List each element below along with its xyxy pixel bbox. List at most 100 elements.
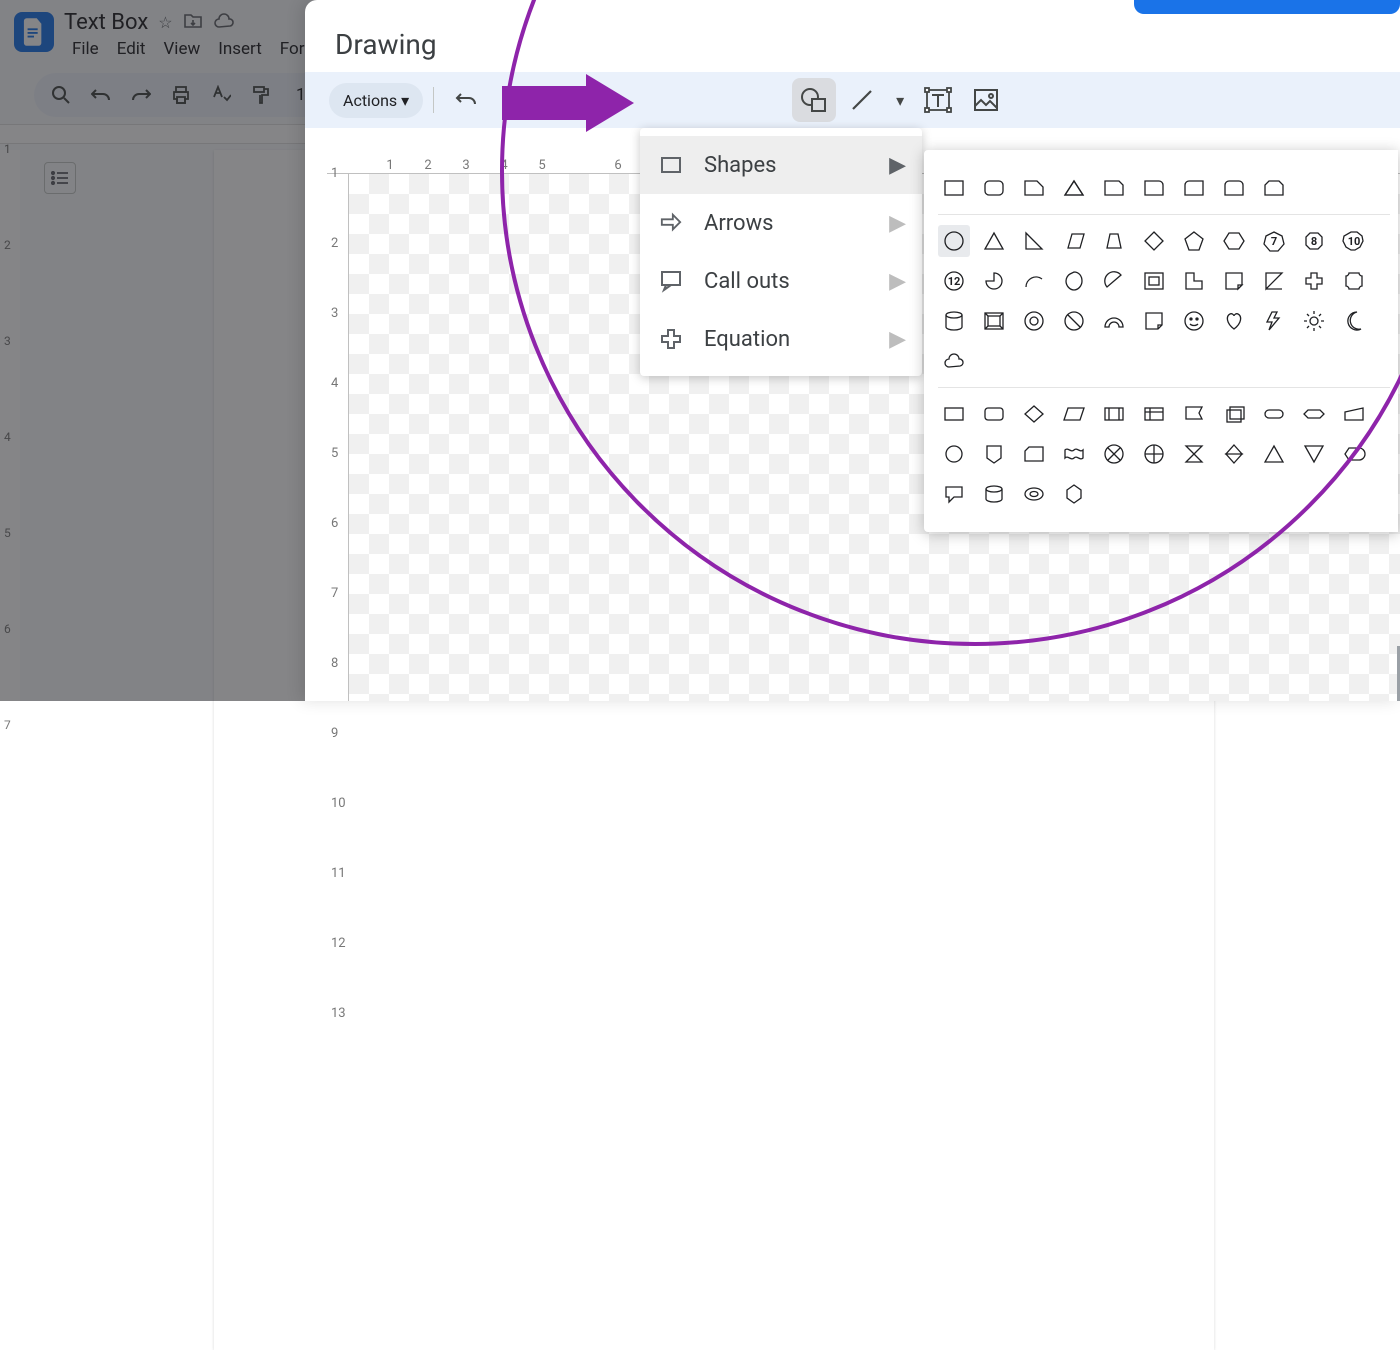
shape-smiley[interactable] <box>1178 305 1210 337</box>
shape-diag-stripe[interactable] <box>1258 265 1290 297</box>
paint-format-button[interactable] <box>540 78 584 122</box>
menu-item-arrows[interactable]: Arrows ▶ <box>640 194 922 252</box>
shape-frame[interactable] <box>1138 265 1170 297</box>
shape-data[interactable] <box>1058 398 1090 430</box>
textbox-tool-button[interactable] <box>916 78 960 122</box>
shape-triangle[interactable] <box>978 225 1010 257</box>
shape-bevel[interactable] <box>978 305 1010 337</box>
shape-chord[interactable] <box>1098 265 1130 297</box>
shape-card[interactable] <box>1018 438 1050 470</box>
shape-plus[interactable] <box>1298 265 1330 297</box>
shape-rect[interactable] <box>938 172 970 204</box>
svg-text:8: 8 <box>1311 235 1317 248</box>
shape-folder-tab[interactable] <box>1018 172 1050 204</box>
chevron-right-icon: ▶ <box>889 327 906 352</box>
chevron-right-icon: ▶ <box>889 153 906 178</box>
shape-can[interactable] <box>938 305 970 337</box>
shape-sun[interactable] <box>1298 305 1330 337</box>
shape-trapezoid-up[interactable] <box>1058 172 1090 204</box>
shape-alt-process[interactable] <box>978 398 1010 430</box>
drawing-vertical-ruler: 12345678910111213 <box>327 174 349 701</box>
toolbar-divider <box>433 87 434 113</box>
line-tool-dropdown-icon[interactable]: ▾ <box>888 78 912 122</box>
svg-text:10: 10 <box>1348 235 1361 248</box>
menu-item-callouts[interactable]: Call outs ▶ <box>640 252 922 310</box>
shape-roundrect-top[interactable] <box>1218 172 1250 204</box>
chevron-right-icon: ▶ <box>889 211 906 236</box>
shape-decagon[interactable]: 10 <box>1338 225 1370 257</box>
image-tool-button[interactable] <box>964 78 1008 122</box>
menu-item-shapes[interactable]: Shapes ▶ <box>640 136 922 194</box>
drawing-toolbar: Actions▾ ▾ <box>305 72 1400 128</box>
share-button-fragment[interactable] <box>1134 0 1400 14</box>
shape-pentagon[interactable] <box>1178 225 1210 257</box>
shape-speech[interactable] <box>938 478 970 510</box>
shape-cut-top[interactable] <box>1258 172 1290 204</box>
shape-trapezoid[interactable] <box>1098 225 1130 257</box>
svg-text:7: 7 <box>1271 235 1277 248</box>
grid-divider <box>938 387 1390 388</box>
redo-button[interactable] <box>492 78 536 122</box>
shape-donut[interactable] <box>1018 305 1050 337</box>
shape-hexagon-flat[interactable] <box>1298 398 1330 430</box>
shape-block-arc[interactable] <box>1098 305 1130 337</box>
shape-manual-input[interactable] <box>1338 398 1370 430</box>
actions-button[interactable]: Actions▾ <box>329 83 423 118</box>
shape-dodecagon[interactable]: 12 <box>938 265 970 297</box>
shape-connector[interactable] <box>938 438 970 470</box>
callout-icon <box>658 268 684 294</box>
shape-heptagon[interactable]: 7 <box>1258 225 1290 257</box>
shape-heart[interactable] <box>1218 305 1250 337</box>
shape-or[interactable] <box>1138 438 1170 470</box>
svg-text:12: 12 <box>948 275 961 288</box>
plus-icon <box>658 326 684 352</box>
shape-right-triangle[interactable] <box>1018 225 1050 257</box>
shape-predef-process[interactable] <box>1098 398 1130 430</box>
shape-extract[interactable] <box>1258 438 1290 470</box>
shape-parallelogram[interactable] <box>1058 225 1090 257</box>
shape-no-symbol[interactable] <box>1058 305 1090 337</box>
shape-summing[interactable] <box>1098 438 1130 470</box>
shape-pie[interactable] <box>978 265 1010 297</box>
shape-diamond[interactable] <box>1138 225 1170 257</box>
shape-moon[interactable] <box>1338 305 1370 337</box>
shape-l-shape[interactable] <box>1178 265 1210 297</box>
shape-cyl[interactable] <box>978 478 1010 510</box>
shape-disk[interactable] <box>1018 478 1050 510</box>
menu-item-equation[interactable]: Equation ▶ <box>640 310 922 368</box>
shape-roundrect-one[interactable] <box>1138 172 1170 204</box>
shape-octagon[interactable]: 8 <box>1298 225 1330 257</box>
shape-process[interactable] <box>938 398 970 430</box>
chevron-right-icon: ▶ <box>889 269 906 294</box>
shape-off-page[interactable] <box>978 438 1010 470</box>
grid-divider <box>938 214 1390 215</box>
shape-hexagon[interactable] <box>1218 225 1250 257</box>
shape-merge[interactable] <box>1298 438 1330 470</box>
shapes-grid-flyout: 7 8 10 12 <box>924 150 1398 532</box>
shape-display[interactable] <box>1338 438 1370 470</box>
shape-arc[interactable] <box>1018 265 1050 297</box>
undo-button[interactable] <box>444 78 488 122</box>
shape-sort[interactable] <box>1218 438 1250 470</box>
line-tool-button[interactable] <box>840 78 884 122</box>
shape-roundrect[interactable] <box>978 172 1010 204</box>
shape-cut-corner[interactable] <box>1098 172 1130 204</box>
shape-internal-storage[interactable] <box>1138 398 1170 430</box>
shape-roundrect-diag[interactable] <box>1178 172 1210 204</box>
shape-note[interactable] <box>1138 305 1170 337</box>
shape-category-menu: Shapes ▶ Arrows ▶ Call outs ▶ Equation ▶ <box>640 128 922 376</box>
shape-cloud[interactable] <box>938 345 970 377</box>
shape-folded-corner[interactable] <box>1218 265 1250 297</box>
shape-pill[interactable] <box>1258 398 1290 430</box>
shape-hex-alt[interactable] <box>1058 478 1090 510</box>
shape-flag[interactable] <box>1178 398 1210 430</box>
shape-stack[interactable] <box>1218 398 1250 430</box>
shape-tool-button[interactable] <box>792 78 836 122</box>
shape-plaque[interactable] <box>1338 265 1370 297</box>
shape-collate[interactable] <box>1178 438 1210 470</box>
shape-oval[interactable] <box>938 225 970 257</box>
shape-lightning[interactable] <box>1258 305 1290 337</box>
shape-wave[interactable] <box>1058 438 1090 470</box>
shape-decision[interactable] <box>1018 398 1050 430</box>
shape-teardrop[interactable] <box>1058 265 1090 297</box>
